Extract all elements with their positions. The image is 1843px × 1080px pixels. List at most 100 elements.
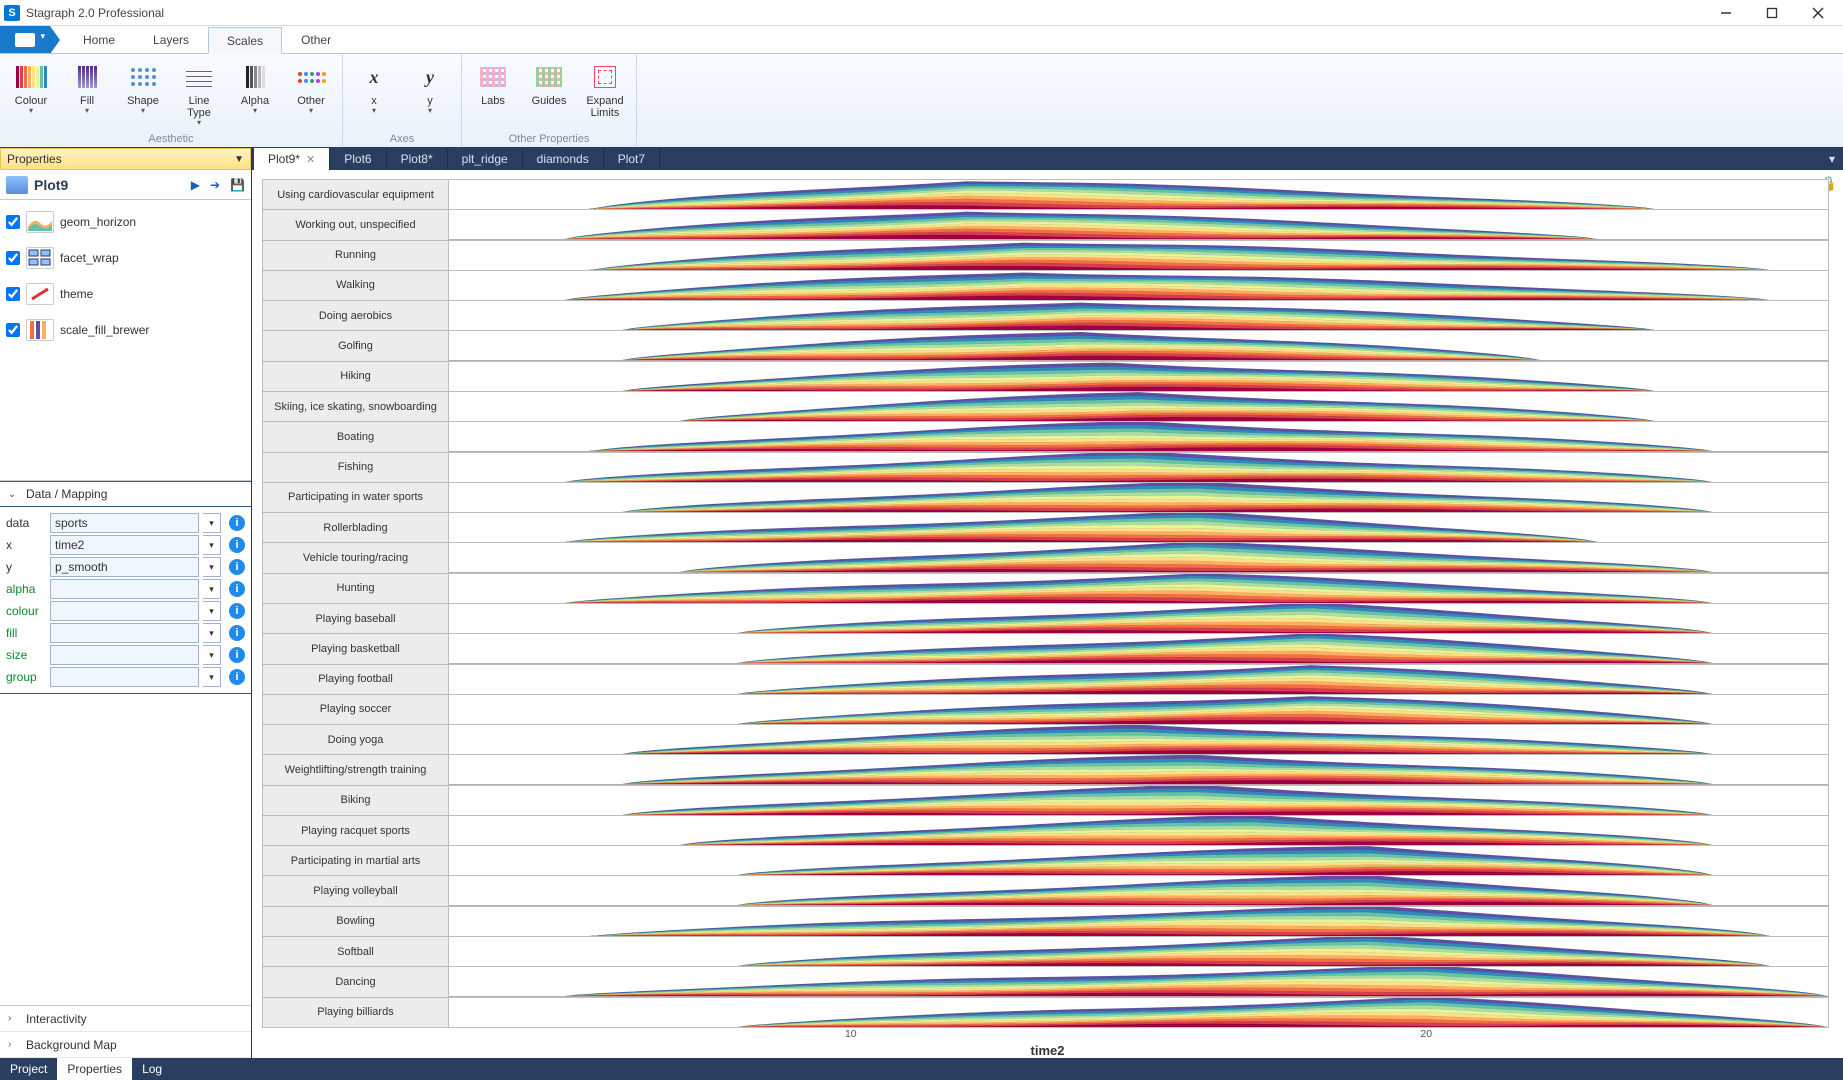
- facet-label: Playing racquet sports: [263, 816, 449, 845]
- ribbon-colour[interactable]: Colour▾: [6, 58, 56, 119]
- ribbon-tab-other[interactable]: Other: [282, 26, 350, 53]
- facet-plot: [449, 786, 1828, 815]
- status-tab-log[interactable]: Log: [132, 1058, 172, 1080]
- info-icon[interactable]: i: [229, 537, 245, 553]
- chevron-down-icon: ▼: [234, 154, 244, 165]
- status-tab-project[interactable]: Project: [0, 1058, 57, 1080]
- plot-tab[interactable]: Plot7: [604, 148, 660, 170]
- section-data-mapping[interactable]: ⌄ Data / Mapping: [0, 481, 251, 507]
- ribbon-guides[interactable]: Guides: [524, 58, 574, 110]
- ribbon-shape[interactable]: Shape▾: [118, 58, 168, 119]
- ribbon-fill[interactable]: Fill▾: [62, 58, 112, 119]
- close-icon[interactable]: ✕: [306, 153, 315, 166]
- facet-row: Working out, unspecified: [262, 210, 1829, 240]
- info-icon[interactable]: i: [229, 581, 245, 597]
- facet-row: Doing aerobics: [262, 301, 1829, 331]
- dropdown-button[interactable]: ▾: [203, 513, 221, 533]
- facet-plot: [449, 604, 1828, 633]
- mapping-field[interactable]: [50, 579, 199, 599]
- ribbon-expand-limits[interactable]: Expand Limits: [580, 58, 630, 122]
- info-icon[interactable]: i: [229, 669, 245, 685]
- close-button[interactable]: [1809, 4, 1827, 22]
- plot-icon: [6, 176, 28, 194]
- layer-checkbox[interactable]: [6, 287, 20, 301]
- ribbon-line-type[interactable]: Line Type▾: [174, 58, 224, 131]
- info-icon[interactable]: i: [229, 515, 245, 531]
- plot-tab[interactable]: Plot6: [330, 148, 386, 170]
- ribbon-tab-home[interactable]: Home: [64, 26, 134, 53]
- ribbon-y[interactable]: yy▾: [405, 58, 455, 119]
- ribbon-tab-layers[interactable]: Layers: [134, 26, 208, 53]
- ribbon-labs[interactable]: Labs: [468, 58, 518, 110]
- dropdown-button[interactable]: ▾: [203, 645, 221, 665]
- facet-row: Boating: [262, 422, 1829, 452]
- facet-label: Running: [263, 241, 449, 270]
- ribbon-tab-scales[interactable]: Scales: [208, 27, 282, 54]
- ribbon-group-label: Axes: [349, 131, 455, 145]
- mapping-field[interactable]: time2: [50, 535, 199, 555]
- facet-label: Weightlifting/strength training: [263, 755, 449, 784]
- mapping-y: yp_smooth▾i: [6, 557, 245, 577]
- layer-checkbox[interactable]: [6, 215, 20, 229]
- status-tab-properties[interactable]: Properties: [57, 1058, 132, 1080]
- info-icon[interactable]: i: [229, 647, 245, 663]
- section-background-map[interactable]: › Background Map: [0, 1032, 251, 1058]
- layer-theme[interactable]: theme: [6, 276, 245, 312]
- tabs-menu-button[interactable]: ▾: [1821, 148, 1843, 170]
- mapping-key: data: [6, 516, 46, 530]
- facet-label: Biking: [263, 786, 449, 815]
- ribbon-other[interactable]: Other▾: [286, 58, 336, 119]
- facet-plot: [449, 422, 1828, 451]
- plot-tab[interactable]: diamonds: [523, 148, 604, 170]
- maximize-button[interactable]: [1763, 4, 1781, 22]
- mapping-field[interactable]: p_smooth: [50, 557, 199, 577]
- dropdown-button[interactable]: ▾: [203, 623, 221, 643]
- dropdown-button[interactable]: ▾: [203, 579, 221, 599]
- mapping-field[interactable]: sports: [50, 513, 199, 533]
- dropdown-button[interactable]: ▾: [203, 667, 221, 687]
- layer-scale_fill_brewer[interactable]: scale_fill_brewer: [6, 312, 245, 348]
- save-button[interactable]: 💾: [230, 178, 245, 192]
- forward-button[interactable]: ➔: [210, 178, 220, 192]
- plot-tab[interactable]: Plot9*✕: [254, 148, 330, 170]
- layer-checkbox[interactable]: [6, 251, 20, 265]
- plot-tab[interactable]: plt_ridge: [448, 148, 523, 170]
- ribbon-x[interactable]: xx▾: [349, 58, 399, 119]
- ribbon-alpha[interactable]: Alpha▾: [230, 58, 280, 119]
- play-button[interactable]: ▶: [191, 178, 200, 192]
- dropdown-button[interactable]: ▾: [203, 535, 221, 555]
- mapping-field[interactable]: [50, 645, 199, 665]
- facet-label: Boating: [263, 422, 449, 451]
- section-interactivity[interactable]: › Interactivity: [0, 1006, 251, 1032]
- quick-access-menu[interactable]: [0, 26, 50, 53]
- expand-icon: ⌄: [8, 489, 18, 500]
- info-icon[interactable]: i: [229, 625, 245, 641]
- facet-plot: [449, 937, 1828, 966]
- plot-name: Plot9: [34, 177, 68, 193]
- mapping-field[interactable]: [50, 623, 199, 643]
- info-icon[interactable]: i: [229, 603, 245, 619]
- minimize-button[interactable]: [1717, 4, 1735, 22]
- info-icon[interactable]: i: [229, 559, 245, 575]
- facet-plot: [449, 180, 1828, 209]
- facet-row: Weightlifting/strength training: [262, 755, 1829, 785]
- window-icon: [15, 33, 35, 47]
- layer-geom_horizon[interactable]: geom_horizon: [6, 204, 245, 240]
- dropdown-button[interactable]: ▾: [203, 557, 221, 577]
- mapping-field[interactable]: [50, 601, 199, 621]
- facet-label: Rollerblading: [263, 513, 449, 542]
- properties-panel-header[interactable]: Properties ▼: [0, 148, 251, 170]
- facet-label: Golfing: [263, 331, 449, 360]
- layer-checkbox[interactable]: [6, 323, 20, 337]
- facet-row: Hunting: [262, 574, 1829, 604]
- dropdown-button[interactable]: ▾: [203, 601, 221, 621]
- mapping-key: alpha: [6, 582, 46, 596]
- layer-facet_wrap[interactable]: facet_wrap: [6, 240, 245, 276]
- ribbon-group-label: Aesthetic: [6, 131, 336, 145]
- layer-label: geom_horizon: [60, 215, 136, 229]
- facet-plot: [449, 301, 1828, 330]
- plot-tabs: Plot9*✕Plot6Plot8*plt_ridgediamondsPlot7…: [252, 148, 1843, 170]
- facet-plot: [449, 392, 1828, 421]
- plot-tab[interactable]: Plot8*: [387, 148, 448, 170]
- mapping-field[interactable]: [50, 667, 199, 687]
